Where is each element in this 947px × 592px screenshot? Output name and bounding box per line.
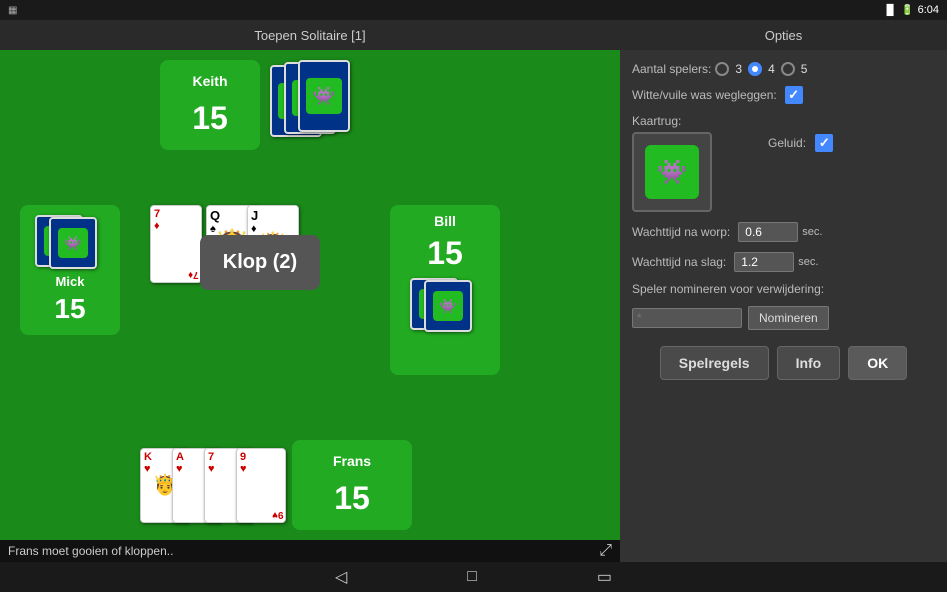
bill-cards: 👾 👾: [410, 278, 480, 333]
klop-button[interactable]: Klop (2): [200, 235, 320, 290]
mick-area: 👾 👾 Mick 15: [20, 205, 120, 335]
wachttijd-slag-label: Wachttijd na slag:: [632, 255, 726, 269]
nomineer-label: Speler nomineren voor verwijdering:: [632, 282, 824, 296]
info-button[interactable]: Info: [777, 346, 841, 380]
frans-area: K ♥ 🤴 A ♥ A♥ 7 ♥ 7♥ 9 ♥ 9♥ Frans 15: [140, 440, 412, 530]
bill-monster-2: 👾: [433, 291, 463, 321]
recent-button[interactable]: ▭: [597, 567, 612, 587]
witte-vuile-checkbox[interactable]: ✓: [785, 86, 803, 104]
witte-vuile-label: Witte/vuile was wegleggen:: [632, 88, 777, 102]
wachttijd-worp-label: Wachttijd na worp:: [632, 225, 730, 239]
home-button[interactable]: □: [467, 568, 477, 586]
options-panel: Aantal spelers: 3 4 5 Witte/vuile was we…: [620, 50, 947, 562]
back-button[interactable]: ◁: [335, 567, 347, 587]
radio-4[interactable]: [748, 62, 762, 76]
wachttijd-slag-row: Wachttijd na slag: sec.: [632, 252, 935, 272]
bottom-buttons: Spelregels Info OK: [632, 346, 935, 380]
geluid-checkbox[interactable]: ✓: [815, 134, 833, 152]
sec-label-worp: sec.: [802, 226, 822, 238]
kaartrug-monster: 👾: [645, 145, 699, 199]
ok-button[interactable]: OK: [848, 346, 907, 380]
signal-icon: ▐▌: [883, 5, 897, 16]
bottom-status-bar: Frans moet gooien of kloppen.. ⤢: [0, 540, 620, 562]
game-title: Toepen Solitaire [1]: [254, 28, 365, 43]
battery-icon: 🔋: [901, 5, 913, 16]
frans-score: 15: [334, 480, 370, 517]
mick-score: 15: [54, 293, 85, 325]
mick-card-2: 👾: [49, 217, 97, 269]
status-left-icons: ▦: [8, 5, 17, 16]
monster-icon-3: 👾: [306, 78, 342, 114]
keith-cards: 👾 👾 👾: [270, 60, 350, 135]
game-title-bar: Toepen Solitaire [1]: [0, 20, 620, 50]
bill-area: Bill 15 👾 👾: [390, 205, 500, 375]
card-9-hearts: 9 ♥ 9♥: [236, 448, 286, 523]
bill-player-box: Bill 15 👾 👾: [390, 205, 500, 375]
players-count-label: Aantal spelers:: [632, 62, 711, 76]
wachttijd-slag-input[interactable]: [734, 252, 794, 272]
bill-card-2: 👾: [424, 280, 472, 332]
frans-cards: K ♥ 🤴 A ♥ A♥ 7 ♥ 7♥ 9 ♥ 9♥: [140, 448, 286, 523]
radio-5-label: 5: [801, 62, 808, 76]
wachttijd-worp-input[interactable]: [738, 222, 798, 242]
status-message: Frans moet gooien of kloppen..: [8, 544, 173, 558]
bill-name: Bill: [434, 213, 456, 229]
card-back-3: 👾: [298, 60, 350, 132]
mick-monster-2: 👾: [58, 228, 88, 258]
radio-3[interactable]: [715, 62, 729, 76]
radio-3-label: 3: [735, 62, 742, 76]
mick-name: Mick: [56, 274, 85, 289]
nomineer-button[interactable]: Nomineren: [748, 306, 829, 330]
kaartrug-geluid-row: Kaartrug: 👾 Geluid: ✓: [632, 114, 935, 212]
geluid-label: Geluid:: [768, 136, 806, 150]
wachttijd-worp-row: Wachttijd na worp: sec.: [632, 222, 935, 242]
mick-player-box: 👾 👾 Mick 15: [20, 205, 120, 335]
keith-name: Keith: [193, 73, 228, 89]
options-title-bar: Opties: [620, 20, 947, 50]
kaartrug-label: Kaartrug:: [632, 114, 681, 128]
keith-score: 15: [192, 100, 228, 137]
keith-area: Keith 15 👾 👾 👾: [160, 60, 350, 150]
kaartrug-selector[interactable]: 👾: [632, 132, 712, 212]
players-count-row: Aantal spelers: 3 4 5: [632, 62, 935, 76]
fullscreen-button[interactable]: ⤢: [599, 542, 612, 560]
frans-name: Frans: [333, 453, 371, 469]
nomineer-label-row: Speler nomineren voor verwijdering:: [632, 282, 935, 296]
keith-player-box: Keith 15: [160, 60, 260, 150]
navigation-bar: ◁ □ ▭: [0, 562, 947, 592]
frans-player-box: Frans 15: [292, 440, 412, 530]
geluid-section: Geluid: ✓: [768, 134, 833, 152]
bill-score: 15: [427, 235, 463, 272]
spelregels-button[interactable]: Spelregels: [660, 346, 769, 380]
sec-label-slag: sec.: [798, 256, 818, 268]
klop-label: Klop (2): [223, 251, 297, 274]
status-bar: ▦ ▐▌ 🔋 6:04: [0, 0, 947, 20]
clock: 6:04: [918, 4, 939, 16]
card-7-diamonds: 7 ♦ 7♦: [150, 205, 202, 283]
status-right-icons: ▐▌ 🔋 6:04: [883, 4, 939, 16]
witte-vuile-row: Witte/vuile was wegleggen: ✓: [632, 86, 935, 104]
nomineer-input[interactable]: [632, 308, 742, 328]
nomineer-input-row: Nomineren: [632, 306, 935, 330]
radio-group-players[interactable]: 3 4 5: [715, 62, 807, 76]
mick-cards: 👾 👾: [35, 215, 105, 270]
options-title: Opties: [765, 28, 803, 43]
radio-4-label: 4: [768, 62, 775, 76]
game-area: Keith 15 👾 👾 👾 👾 👾: [0, 50, 620, 552]
radio-5[interactable]: [781, 62, 795, 76]
app-icon: ▦: [8, 5, 17, 16]
kaartrug-section: Kaartrug: 👾: [632, 114, 752, 212]
